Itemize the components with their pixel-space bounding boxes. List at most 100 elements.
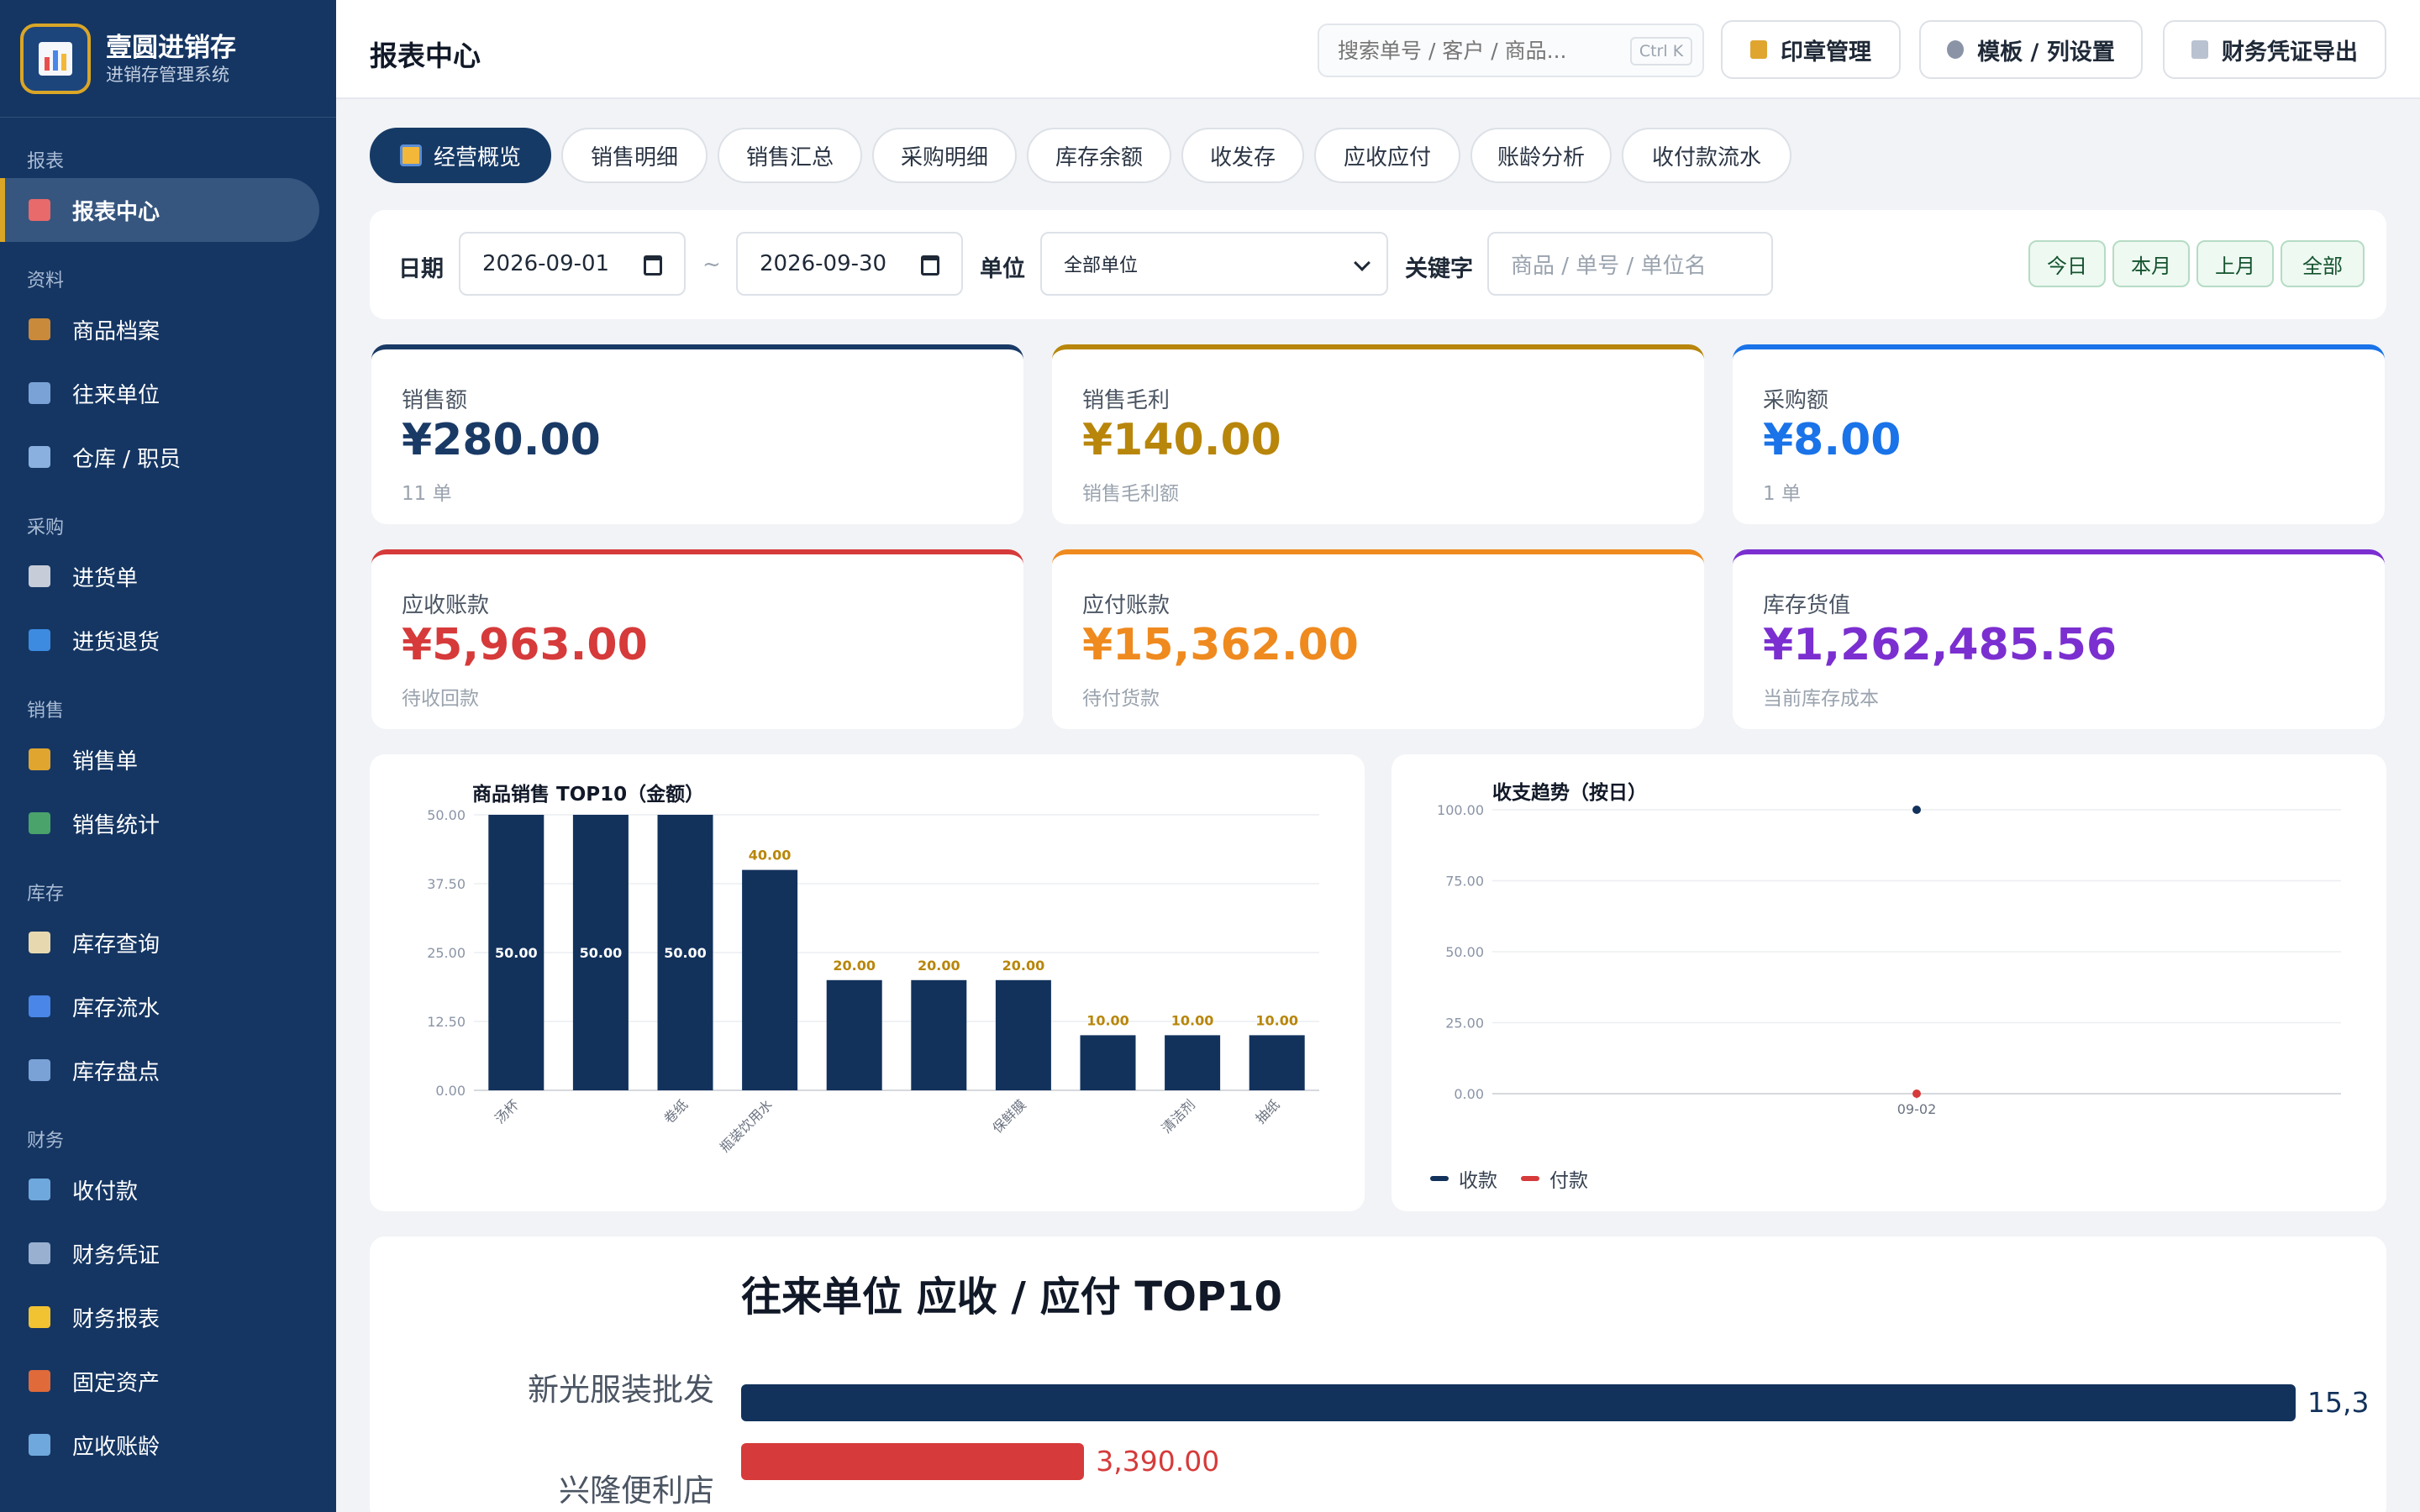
y-tick-label: 50.00 [427,807,466,823]
sidebar-item[interactable]: 进货退货 [0,608,319,672]
tab-label: 销售明细 [590,144,678,171]
clipboard-icon [29,932,50,953]
sidebar-group-label: 采购 [27,517,65,538]
kpi-label: 采购额 [1763,388,1829,413]
y-tick-label: 0.00 [435,1083,466,1099]
template-column-settings-button[interactable]: 模板 / 列设置 [1919,20,2143,79]
date-from-input[interactable]: 2026-09-01 [459,232,686,296]
sidebar-group-label: 库存 [27,884,65,905]
x-category-label: 清洁剂 [1159,1096,1198,1136]
sidebar-item[interactable]: 固定资产 [0,1349,319,1413]
bar-data-label: 50.00 [580,945,623,961]
bar-data-label: 50.00 [664,945,707,961]
sidebar-item[interactable]: 仓库 / 职员 [0,425,319,489]
tab-item[interactable]: 采购明细 [872,128,1017,183]
bar-data-label: 10.00 [1255,1012,1298,1028]
legend-payments[interactable]: 付款 [1521,1164,1588,1193]
x-category-label: 抽纸 [1252,1096,1282,1126]
sidebar-group-label: 财务 [27,1131,65,1152]
kpi-label: 库存货值 [1763,593,1851,618]
sidebar-group-label: 报表 [27,151,65,172]
x-category-label: 瓶装饮用水 [717,1096,776,1155]
tab-label: 销售汇总 [745,144,834,171]
y-tick-label: 100.00 [1437,802,1484,818]
report-icon [29,199,50,221]
counterparty-label: 新光服装批发 [528,1372,714,1408]
sidebar-item[interactable]: 进货单 [0,544,319,608]
counterparty-bar[interactable] [741,1443,1085,1480]
kpi-card[interactable]: 应收账款 ¥5,963.00 待收回款 [371,549,1023,729]
sidebar-item[interactable]: 库存查询 [0,911,319,974]
tab-item[interactable]: 账龄分析 [1470,128,1612,183]
tab-item[interactable]: 销售汇总 [718,128,862,183]
quick-this-month-button[interactable]: 本月 [2112,240,2190,287]
tab-item[interactable]: 应收应付 [1314,128,1460,183]
sidebar-item[interactable]: 库存流水 [0,974,319,1038]
sidebar-item[interactable]: 商品档案 [0,297,319,361]
kpi-card[interactable]: 销售额 ¥280.00 11 单 [371,344,1023,524]
kpi-value: ¥5,963.00 [402,620,648,670]
sidebar-item-label: 库存查询 [72,932,160,958]
counterparty-value: 3,390.00 [1096,1445,1220,1478]
sidebar-item-label: 库存流水 [72,995,160,1021]
tab-item[interactable]: 经营概览 [370,128,551,183]
brand[interactable]: 壹圆进销存 进销存管理系统 [0,0,336,118]
stamp-icon [1750,40,1767,59]
sidebar-item[interactable]: 财务报表 [0,1285,319,1349]
tab-item[interactable]: 库存余额 [1027,128,1171,183]
quick-all-button[interactable]: 全部 [2281,240,2365,287]
sidebar-item[interactable]: 往来单位 [0,361,319,425]
y-tick-label: 25.00 [1445,1016,1484,1032]
counterparty-bar[interactable] [741,1384,2296,1421]
sidebar-item[interactable]: 库存盘点 [0,1038,319,1102]
sidebar-item[interactable]: 收付款 [0,1158,319,1221]
calendar-icon[interactable] [921,255,939,276]
wave-icon [29,995,50,1017]
document-icon [2191,40,2208,59]
counterparty-value: 15,3 [2307,1386,2370,1419]
sidebar-item[interactable]: 应收账龄 [0,1413,319,1477]
counterparty-label: 兴隆便利店 [559,1473,714,1509]
sidebar-item[interactable]: 报表中心 [0,178,319,242]
tab-item[interactable]: 收发存 [1181,128,1304,183]
sidebar-item[interactable]: 销售统计 [0,791,319,855]
tab-item[interactable]: 销售明细 [561,128,708,183]
kpi-card[interactable]: 应付账款 ¥15,362.00 待付货款 [1052,549,1704,729]
quick-today-button[interactable]: 今日 [2028,240,2106,287]
y-tick-label: 50.00 [1445,944,1484,960]
search-shortcut-badge: Ctrl K [1630,37,1692,66]
unit-select[interactable]: 全部单位 [1040,232,1388,296]
stamp-management-button[interactable]: 印章管理 [1721,20,1901,79]
top-bar: 报表中心 Ctrl K 印章管理 模板 / 列设置 财务凭证导出 [336,0,2420,99]
bar-data-label: 40.00 [749,848,792,864]
y-tick-label: 37.50 [427,876,466,892]
bar-data-label: 20.00 [833,958,876,974]
voucher-export-button[interactable]: 财务凭证导出 [2163,20,2386,79]
bar [995,979,1051,1090]
bar [1249,1035,1305,1090]
bar [742,869,798,1090]
chart-icon [29,812,50,834]
x-tick-label: 09-02 [1897,1101,1937,1117]
card-icon [29,1179,50,1200]
bar [826,979,882,1090]
date-to-input[interactable]: 2026-09-30 [736,232,963,296]
sidebar-item-label: 库存盘点 [72,1059,160,1085]
kpi-card[interactable]: 库存货值 ¥1,262,485.56 当前库存成本 [1733,549,2385,729]
app-logo-icon [20,23,91,94]
bar-data-label: 20.00 [1002,958,1045,974]
chevron-down-icon [1354,255,1370,271]
calendar-icon[interactable] [644,255,662,276]
kpi-card[interactable]: 销售毛利 ¥140.00 销售毛利额 [1052,344,1704,524]
keyword-input[interactable]: 商品 / 单号 / 单位名 [1487,232,1773,296]
kpi-subtext: 待付货款 [1082,688,1160,710]
tab-item[interactable]: 收付款流水 [1622,128,1791,183]
sidebar-item[interactable]: 销售单 [0,727,319,791]
quick-last-month-button[interactable]: 上月 [2196,240,2274,287]
sidebar-item-label: 进货单 [72,565,139,591]
kpi-card[interactable]: 采购额 ¥8.00 1 单 [1733,344,2385,524]
sidebar-item[interactable]: 财务凭证 [0,1221,319,1285]
sidebar-item-label: 应收账龄 [72,1434,160,1460]
legend-receipts[interactable]: 收款 [1430,1164,1497,1193]
sidebar: 壹圆进销存 进销存管理系统 报表 报表中心 资料 商品档案 往来单位 仓库 / 职员 采购进… [0,0,336,1512]
